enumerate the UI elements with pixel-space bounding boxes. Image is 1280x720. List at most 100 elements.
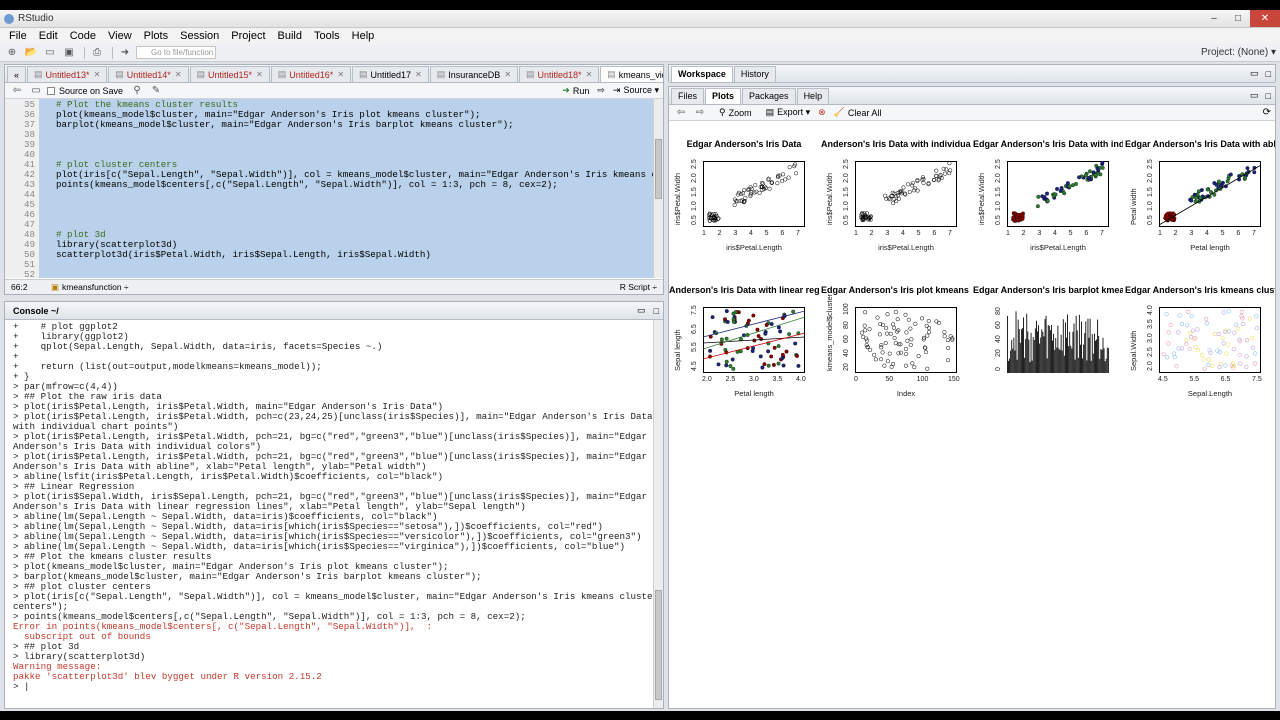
bar-mark — [1100, 349, 1102, 373]
save-icon[interactable]: ▭ — [28, 84, 44, 98]
menu-help[interactable]: Help — [346, 30, 381, 42]
open-file-icon[interactable]: 📂 — [23, 46, 39, 60]
main-toolbar: ⊕ 📂 ▭ ▣ ⎙ ➜ Go to file/function Project:… — [0, 44, 1280, 62]
new-file-icon[interactable]: ⊕ — [4, 46, 20, 60]
tab-packages[interactable]: Packages — [742, 87, 796, 104]
tab-workspace[interactable]: Workspace — [671, 65, 733, 82]
scroll-thumb[interactable] — [655, 590, 662, 700]
menu-build[interactable]: Build — [272, 30, 308, 42]
source-on-save-checkbox[interactable] — [47, 86, 55, 95]
print-icon[interactable]: ⎙ — [89, 46, 105, 60]
point-mark — [769, 322, 774, 326]
y-tick-label: 0.5 — [995, 215, 1002, 225]
function-selector[interactable]: kmeansfunction ÷ — [62, 282, 129, 292]
rerun-button[interactable]: ⇨ — [597, 85, 605, 96]
menu-file[interactable]: File — [3, 30, 33, 42]
file-type-selector[interactable]: R Script ÷ — [620, 282, 657, 292]
editor-tab[interactable]: ▤ InsuranceDB ✕ — [429, 66, 519, 82]
console-output[interactable]: + # plot ggplot2 + library(ggplot2) + qplo… — [5, 320, 653, 708]
back-icon[interactable]: ⇦ — [9, 84, 25, 98]
point-mark — [1190, 328, 1196, 333]
export-icon: ▤ — [765, 107, 775, 117]
next-plot-icon[interactable]: ⇨ — [692, 106, 708, 120]
bar-mark — [1057, 325, 1059, 373]
plots-maximize-icon[interactable]: □ — [1262, 91, 1275, 101]
search-icon[interactable]: ⚲ — [129, 84, 145, 98]
workspace-maximize-icon[interactable]: □ — [1262, 69, 1275, 79]
console-minimize-icon[interactable]: ▭ — [633, 305, 650, 316]
export-button[interactable]: ▤ Export ▾ — [766, 107, 811, 118]
menu-tools[interactable]: Tools — [308, 30, 346, 42]
editor-tab[interactable]: ▤ Untitled17 ✕ — [352, 66, 429, 82]
console-maximize-icon[interactable]: □ — [650, 306, 663, 316]
point-mark — [796, 363, 801, 368]
menu-project[interactable]: Project — [225, 30, 271, 42]
point-mark — [786, 175, 791, 180]
x-axis-label: Index — [896, 389, 916, 398]
y-axis-label: Petal width — [1129, 188, 1138, 225]
source-button[interactable]: ⇥ Source ▾ — [613, 85, 659, 96]
point-mark — [780, 352, 785, 357]
editor-tab[interactable]: ▤ Untitled15* ✕ — [189, 66, 270, 82]
close-tab-icon[interactable]: ✕ — [504, 70, 511, 79]
bar-mark — [1093, 333, 1095, 373]
point-mark — [864, 338, 869, 343]
project-menu[interactable]: Project: (None) ▾ — [1201, 47, 1276, 58]
point-mark — [784, 349, 789, 354]
menu-view[interactable]: View — [102, 30, 138, 42]
editor-tab[interactable]: ▤ Untitled13* ✕ — [27, 66, 108, 82]
bar-mark — [1035, 320, 1037, 373]
goto-file-input[interactable]: Go to file/function — [136, 46, 216, 59]
remove-plot-button[interactable]: ⊗ — [818, 107, 826, 118]
workspace-restore-icon[interactable]: ▭ — [1247, 68, 1262, 79]
point-mark — [1253, 351, 1258, 356]
zoom-icon: ⚲ — [719, 107, 726, 117]
point-mark — [1216, 331, 1221, 337]
tabs-scroll-left-icon[interactable]: « — [7, 66, 27, 82]
tab-history[interactable]: History — [733, 65, 776, 82]
editor-tab[interactable]: ▤ Untitled16* ✕ — [270, 66, 352, 82]
x-axis-label: Sepal.Length — [1187, 389, 1233, 398]
point-mark — [906, 317, 911, 322]
close-tab-icon[interactable]: ✕ — [337, 70, 344, 79]
menu-code[interactable]: Code — [64, 30, 102, 42]
previous-plot-icon[interactable]: ⇦ — [673, 106, 689, 120]
wand-icon[interactable]: ✎ — [148, 84, 164, 98]
point-mark — [1216, 179, 1221, 184]
menu-edit[interactable]: Edit — [33, 30, 64, 42]
console-scrollbar[interactable] — [653, 320, 663, 708]
menu-session[interactable]: Session — [174, 30, 225, 42]
save-icon[interactable]: ▭ — [42, 46, 58, 60]
editor-tab[interactable]: ▤kmeans_video.R✕ — [600, 66, 663, 82]
bar-mark — [1008, 360, 1009, 373]
editor-tab[interactable]: ▤ Untitled14* ✕ — [108, 66, 189, 82]
scroll-thumb[interactable] — [655, 139, 662, 199]
bar-mark — [1098, 335, 1100, 373]
plots-minimize-icon[interactable]: ▭ — [1247, 90, 1262, 101]
code-editor[interactable]: 35 36 37 38 39 40 41 42 43 44 45 46 47 48 49 50 51 52 # P… — [5, 99, 653, 278]
close-tab-icon[interactable]: ✕ — [94, 70, 101, 79]
tab-plots[interactable]: Plots — [705, 87, 742, 104]
editor-scrollbar[interactable] — [653, 99, 663, 278]
save-all-icon[interactable]: ▣ — [61, 46, 77, 60]
bar-mark — [1046, 358, 1048, 373]
bar-mark — [1068, 346, 1070, 373]
close-tab-icon[interactable]: ✕ — [586, 70, 593, 79]
bar-mark — [1049, 330, 1051, 373]
tab-files[interactable]: Files — [671, 87, 705, 104]
close-tab-icon[interactable]: ✕ — [415, 70, 422, 79]
refresh-icon[interactable]: ⟳ — [1263, 107, 1271, 118]
minimize-button[interactable]: – — [1202, 10, 1226, 27]
menu-plots[interactable]: Plots — [138, 30, 174, 42]
tab-help[interactable]: Help — [796, 87, 830, 104]
close-tab-icon[interactable]: ✕ — [175, 70, 182, 79]
clear-all-button[interactable]: 🧹 Clear All — [834, 107, 882, 118]
run-button[interactable]: ➜ Run — [562, 85, 589, 96]
zoom-button[interactable]: ⚲ Zoom — [719, 107, 752, 118]
point-mark — [794, 171, 799, 176]
close-tab-icon[interactable]: ✕ — [256, 70, 263, 79]
editor-tab[interactable]: ▤ Untitled18* ✕ — [519, 66, 600, 82]
close-button[interactable]: ✕ — [1250, 10, 1280, 27]
maximize-button[interactable]: □ — [1226, 10, 1250, 27]
